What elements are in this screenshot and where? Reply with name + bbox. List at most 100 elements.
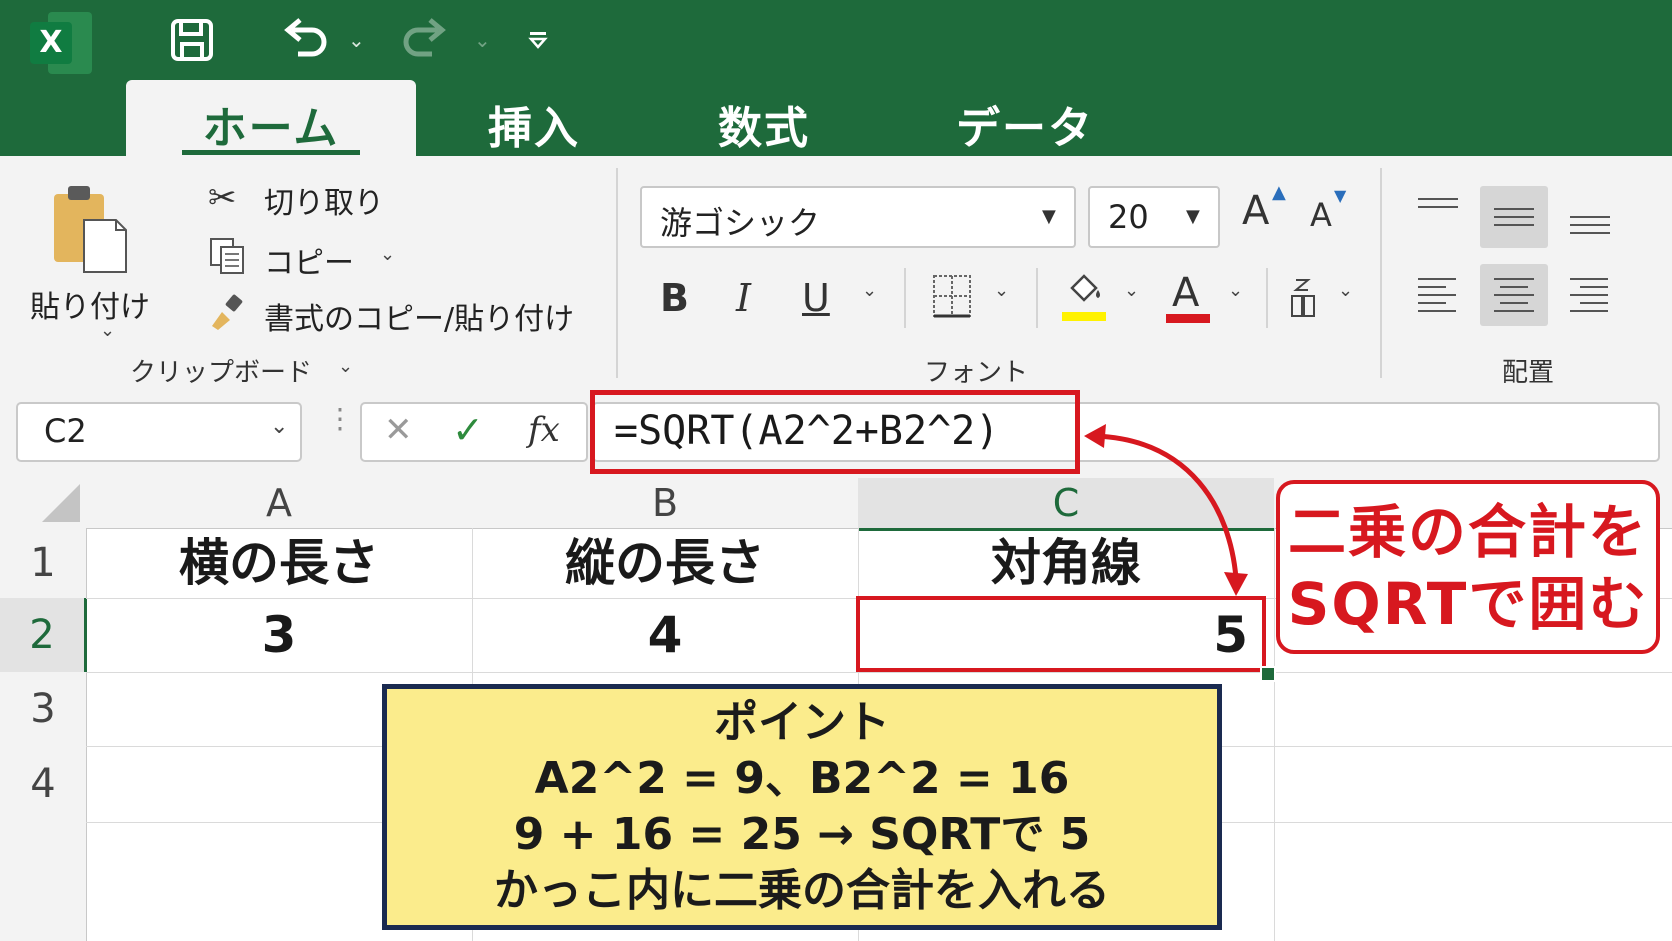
format-painter-button[interactable]: 書式のコピー/貼り付け: [208, 292, 588, 337]
font-color-dropdown-chevron-icon[interactable]: ⌄: [1228, 280, 1243, 301]
phonetic-guide-icon[interactable]: [1288, 276, 1318, 320]
paste-button[interactable]: 貼り付け ⌄: [24, 170, 154, 350]
font-color-button[interactable]: A: [1164, 270, 1210, 326]
tip-box: ポイント A2^2 = 9、B2^2 = 16 9 + 16 = 25 → SQ…: [382, 684, 1222, 930]
font-name-value: 游ゴシック: [660, 204, 821, 242]
underline-dropdown-chevron-icon[interactable]: ⌄: [862, 280, 877, 301]
font-color-letter: A: [1172, 270, 1200, 316]
font-size-combobox[interactable]: 20 ▼: [1088, 186, 1220, 248]
clipboard-icon: [50, 184, 130, 274]
callout-note: 二乗の合計を SQRTで囲む: [1276, 480, 1660, 654]
column-header-a[interactable]: A: [86, 478, 473, 529]
paint-bucket-icon: [1064, 272, 1104, 308]
font-group-label: フォント: [924, 358, 1029, 388]
row-header-1[interactable]: 1: [0, 528, 87, 599]
excel-logo-icon: X: [30, 12, 92, 74]
tab-data[interactable]: データ: [956, 92, 1094, 156]
name-box-value: C2: [44, 412, 87, 450]
italic-button[interactable]: I: [736, 276, 751, 320]
phonetic-dropdown-chevron-icon[interactable]: ⌄: [1338, 280, 1353, 301]
cell-c2-selected[interactable]: 5: [856, 596, 1266, 672]
increase-font-size-button[interactable]: A ▲: [1242, 182, 1286, 238]
bold-button[interactable]: B: [660, 276, 689, 320]
customize-quick-access-icon[interactable]: [528, 30, 548, 50]
font-name-combobox[interactable]: 游ゴシック ▼: [640, 186, 1076, 248]
name-box-dropdown-icon[interactable]: ⌄: [270, 414, 288, 439]
cell-a2[interactable]: 3: [86, 600, 472, 670]
align-left-button[interactable]: [1404, 264, 1472, 326]
save-icon[interactable]: [170, 18, 214, 62]
font-name-dropdown-icon[interactable]: ▼: [1042, 206, 1056, 227]
tip-line3: かっこ内に二乗の合計を入れる: [494, 865, 1110, 916]
cell-b1[interactable]: 縦の長さ: [472, 530, 858, 596]
undo-dropdown-chevron-icon[interactable]: ⌄: [348, 28, 365, 52]
tab-home-label: ホーム: [202, 103, 340, 154]
row-header-4[interactable]: 4: [0, 746, 87, 823]
decrease-font-size-button[interactable]: A ▼: [1310, 186, 1354, 240]
align-bottom-button[interactable]: [1556, 186, 1624, 248]
font-color-swatch: [1166, 314, 1210, 323]
copy-icon: [208, 236, 248, 276]
fill-color-dropdown-chevron-icon[interactable]: ⌄: [1124, 280, 1139, 301]
row-header-2[interactable]: 2: [0, 598, 87, 673]
callout-note-line1: 二乗の合計を: [1287, 498, 1648, 566]
font-size-dropdown-icon[interactable]: ▼: [1186, 206, 1200, 227]
row-header-5[interactable]: [0, 822, 87, 941]
formula-highlight-box: [590, 390, 1080, 474]
copy-button[interactable]: コピー ⌄: [208, 236, 408, 281]
paste-dropdown-chevron-icon[interactable]: ⌄: [100, 320, 115, 341]
copy-dropdown-chevron-icon[interactable]: ⌄: [380, 244, 395, 265]
undo-icon[interactable]: [282, 16, 332, 62]
copy-label: コピー: [264, 246, 354, 281]
caret-up-icon: ▲: [1272, 182, 1286, 203]
cut-button[interactable]: ✂ 切り取り: [208, 176, 408, 221]
underline-button[interactable]: U: [802, 276, 830, 320]
tip-line2: 9 + 16 = 25 → SQRTで 5: [513, 809, 1091, 860]
cancel-icon[interactable]: ✕: [384, 410, 413, 450]
borders-dropdown-chevron-icon[interactable]: ⌄: [994, 280, 1009, 301]
name-box[interactable]: C2 ⌄: [16, 402, 302, 462]
column-header-b[interactable]: B: [472, 478, 859, 529]
align-middle-button[interactable]: [1480, 186, 1548, 248]
clipboard-launcher-icon[interactable]: ⌄: [338, 356, 353, 377]
fill-handle[interactable]: [1260, 666, 1276, 682]
align-right-button[interactable]: [1556, 264, 1624, 326]
cell-b2[interactable]: 4: [472, 600, 858, 670]
select-all-corner[interactable]: [0, 478, 87, 529]
cell-a1[interactable]: 横の長さ: [86, 530, 472, 596]
font-size-value: 20: [1108, 198, 1149, 236]
paste-label: 貼り付け: [30, 290, 150, 325]
grid-line: [86, 672, 1672, 673]
enter-icon[interactable]: ✓: [452, 408, 484, 452]
align-center-button[interactable]: [1480, 264, 1548, 326]
tip-title: ポイント: [714, 697, 890, 748]
tip-line1: A2^2 = 9、B2^2 = 16: [534, 753, 1070, 804]
title-bar: X ⌄ ⌄ ホーム 挿入 数式 データ: [0, 0, 1672, 160]
tab-home[interactable]: ホーム: [126, 80, 416, 160]
row-header-3[interactable]: 3: [0, 672, 87, 747]
fill-color-swatch: [1062, 312, 1106, 321]
formula-bar-grip-icon[interactable]: ⋮: [326, 405, 354, 433]
ribbon-separator: [616, 168, 618, 378]
redo-dropdown-chevron-icon: ⌄: [474, 28, 491, 52]
alignment-group-label: 配置: [1502, 358, 1555, 388]
ribbon-separator: [1036, 268, 1038, 328]
fill-color-button[interactable]: [1060, 272, 1106, 324]
cell-c2-value: 5: [1213, 606, 1248, 664]
tab-formulas[interactable]: 数式: [718, 92, 810, 156]
ribbon: 貼り付け ⌄ ✂ 切り取り コピー ⌄ 書式のコピー/貼り付け クリップボード: [0, 156, 1672, 391]
paintbrush-icon: [208, 292, 248, 332]
insert-function-icon[interactable]: fx: [528, 410, 560, 450]
borders-icon[interactable]: [932, 274, 972, 318]
tab-active-indicator: [182, 150, 360, 155]
ribbon-separator: [1380, 168, 1382, 378]
grow-font-label: A: [1242, 188, 1270, 234]
scissors-icon: ✂: [208, 178, 237, 218]
clipboard-group-label: クリップボード: [130, 358, 313, 388]
tab-insert[interactable]: 挿入: [488, 92, 580, 156]
caret-down-icon: ▼: [1334, 186, 1347, 205]
callout-note-line2: SQRTで囲む: [1287, 570, 1649, 638]
redo-icon: [398, 16, 448, 62]
grid-line: [1274, 528, 1275, 941]
align-top-button[interactable]: [1404, 186, 1472, 248]
